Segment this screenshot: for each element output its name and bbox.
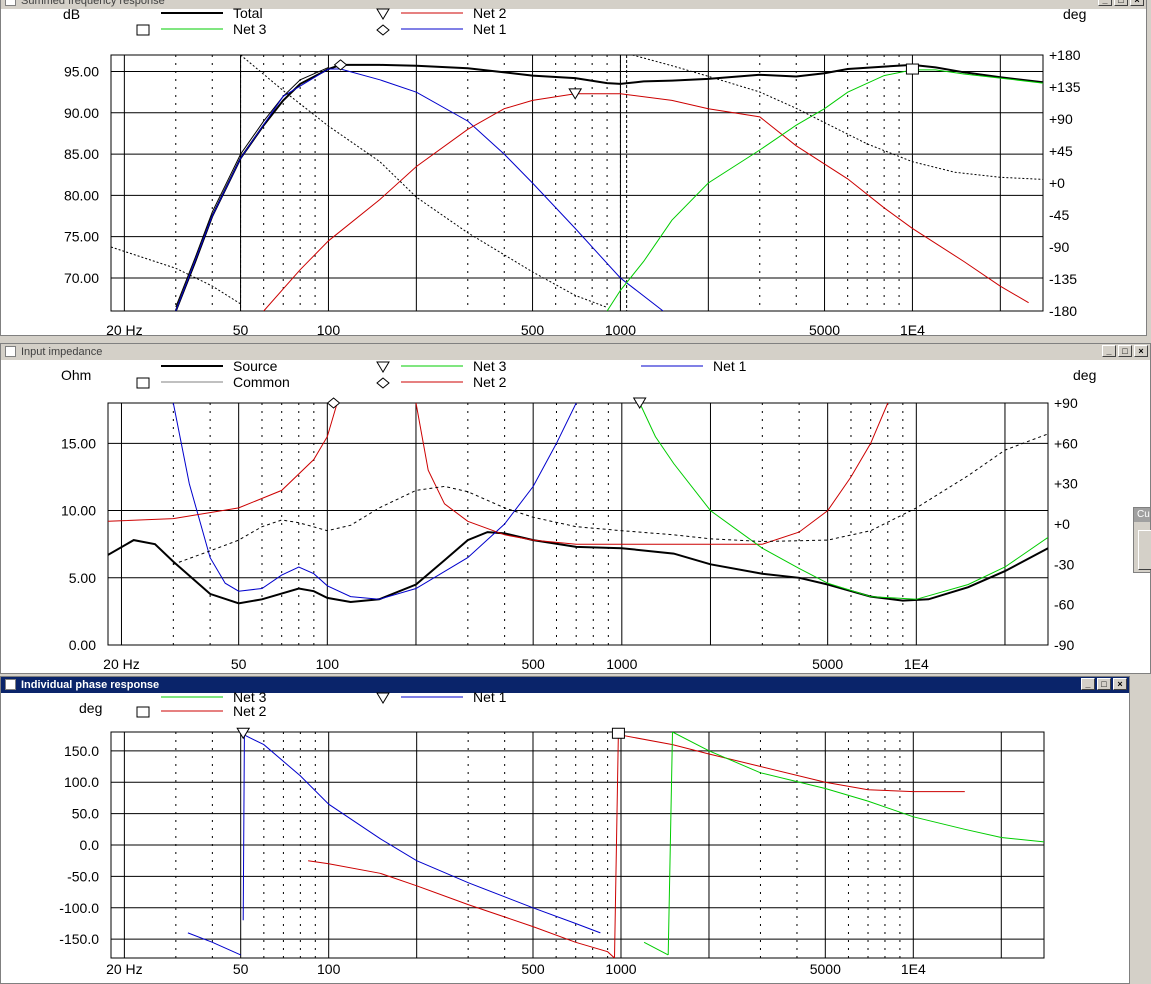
y2-tick-label: -30 bbox=[1054, 556, 1074, 572]
x-tick-label: 500 bbox=[521, 961, 545, 977]
y2-tick-label: +45 bbox=[1049, 143, 1073, 159]
legend-label: Net 1 bbox=[473, 21, 507, 37]
x-tick-label: 100 bbox=[316, 656, 340, 672]
y-tick-label: -100.0 bbox=[59, 900, 99, 916]
side-panel-button[interactable] bbox=[1138, 530, 1151, 570]
x-tick-label: 500 bbox=[521, 656, 545, 672]
legend-marker-triangle bbox=[376, 361, 390, 373]
x-tick-label: 50 bbox=[231, 656, 247, 672]
legend-label: Common bbox=[233, 374, 290, 390]
x-tick-label: 20 Hz bbox=[106, 322, 143, 336]
y2-tick-label: +60 bbox=[1054, 435, 1078, 451]
y2-tick-label: -45 bbox=[1049, 207, 1069, 223]
window-summed-frequency-response[interactable]: Summed frequency response _ □ × 95.00 90.… bbox=[0, 0, 1147, 336]
x-tick-label: 1E4 bbox=[900, 322, 925, 336]
legend-label: Total bbox=[233, 5, 263, 21]
y-tick-label: 80.00 bbox=[64, 187, 99, 203]
x-tick-label: 500 bbox=[521, 322, 545, 336]
x-tick-label: 1000 bbox=[605, 322, 636, 336]
x-tick-label: 5000 bbox=[809, 322, 840, 336]
x-tick-label: 100 bbox=[317, 322, 341, 336]
y-tick-label: -50.0 bbox=[67, 868, 99, 884]
legend-label: Net 2 bbox=[233, 703, 267, 719]
y2-axis-label: deg bbox=[1063, 6, 1086, 22]
legend-label: Net 3 bbox=[473, 358, 507, 374]
legend-label: Net 1 bbox=[713, 358, 747, 374]
y2-tick-label: +30 bbox=[1054, 476, 1078, 492]
legend-marker-triangle bbox=[376, 692, 390, 704]
legend-label: Source bbox=[233, 358, 278, 374]
x-tick-label: 1000 bbox=[606, 656, 637, 672]
y-tick-label: 15.00 bbox=[61, 435, 96, 451]
legend-label: Net 2 bbox=[473, 374, 507, 390]
y2-tick-label: -90 bbox=[1054, 637, 1074, 653]
plot-frame bbox=[107, 402, 1049, 646]
y-tick-label: 50.0 bbox=[72, 806, 99, 822]
legend-marker-diamond bbox=[376, 377, 390, 389]
y2-tick-label: +180 bbox=[1049, 47, 1081, 63]
legend-label: Net 1 bbox=[473, 689, 507, 705]
x-tick-label: 5000 bbox=[812, 656, 843, 672]
x-tick-label: 1000 bbox=[605, 961, 636, 977]
legend-marker-square bbox=[136, 706, 150, 718]
x-tick-label: 50 bbox=[233, 322, 249, 336]
y2-tick-label: +90 bbox=[1054, 395, 1078, 411]
legend-marker-square bbox=[136, 377, 150, 389]
y2-tick-label: +90 bbox=[1049, 111, 1073, 127]
y-tick-label: -150.0 bbox=[59, 931, 99, 947]
y2-tick-label: -180 bbox=[1049, 303, 1077, 319]
y-axis-label: dB bbox=[63, 6, 80, 22]
y-tick-label: 150.0 bbox=[64, 743, 99, 759]
chart-individual-phase-response: 150.0 100.0 50.0 0.0 -50.0 -100.0 -150.0 20 Hz 5… bbox=[59, 689, 1045, 977]
y-tick-label: 0.00 bbox=[69, 637, 96, 653]
y2-tick-label: -135 bbox=[1049, 271, 1077, 287]
y2-tick-label: +0 bbox=[1054, 516, 1070, 532]
legend-marker-diamond bbox=[376, 24, 390, 36]
y-tick-label: 5.00 bbox=[69, 570, 96, 586]
x-tick-label: 100 bbox=[317, 961, 341, 977]
y-tick-label: 90.00 bbox=[64, 105, 99, 121]
y-tick-label: 95.00 bbox=[64, 64, 99, 80]
chart-input-impedance: 15.00 10.00 5.00 0.00 +90 +60 +30 +0 -30 -60 -90 20… bbox=[61, 358, 1096, 672]
y2-axis-label: deg bbox=[1073, 367, 1096, 383]
legend-label: Net 3 bbox=[233, 21, 267, 37]
legend-label: Net 2 bbox=[473, 5, 507, 21]
curve-marker-square bbox=[611, 727, 625, 739]
y2-tick-label: -60 bbox=[1054, 597, 1074, 613]
y-axis-label: deg bbox=[79, 700, 102, 716]
y-tick-label: 75.00 bbox=[64, 229, 99, 245]
y-tick-label: 0.0 bbox=[80, 837, 100, 853]
y2-tick-label: +0 bbox=[1049, 175, 1065, 191]
x-tick-label: 5000 bbox=[810, 961, 841, 977]
y2-tick-label: -90 bbox=[1049, 239, 1069, 255]
window-input-impedance[interactable]: Input impedance _ □ × 15.00 10.00 5.00 0.00… bbox=[0, 343, 1151, 674]
x-tick-label: 50 bbox=[233, 961, 249, 977]
chart-summed-frequency-response: 95.00 90.00 85.00 80.00 75.00 70.00 +180 +135 +9… bbox=[63, 5, 1086, 336]
y-tick-label: 85.00 bbox=[64, 146, 99, 162]
x-tick-label: 20 Hz bbox=[103, 656, 140, 672]
y2-tick-label: +135 bbox=[1049, 79, 1081, 95]
side-panel-window[interactable]: Cu bbox=[1133, 507, 1151, 573]
side-panel-title: Cu bbox=[1134, 508, 1150, 522]
y-tick-label: 70.00 bbox=[64, 270, 99, 286]
legend-marker-triangle bbox=[376, 8, 390, 20]
legend-marker-square bbox=[136, 24, 150, 36]
y-tick-label: 100.0 bbox=[64, 774, 99, 790]
x-tick-label: 1E4 bbox=[901, 961, 926, 977]
x-tick-label: 1E4 bbox=[904, 656, 929, 672]
y-axis-label: Ohm bbox=[61, 367, 91, 383]
window-individual-phase-response[interactable]: Individual phase response _ □ × 150.0 100… bbox=[0, 676, 1130, 984]
curve-marker-square bbox=[905, 63, 919, 75]
x-tick-label: 20 Hz bbox=[106, 961, 143, 977]
y-tick-label: 10.00 bbox=[61, 503, 96, 519]
